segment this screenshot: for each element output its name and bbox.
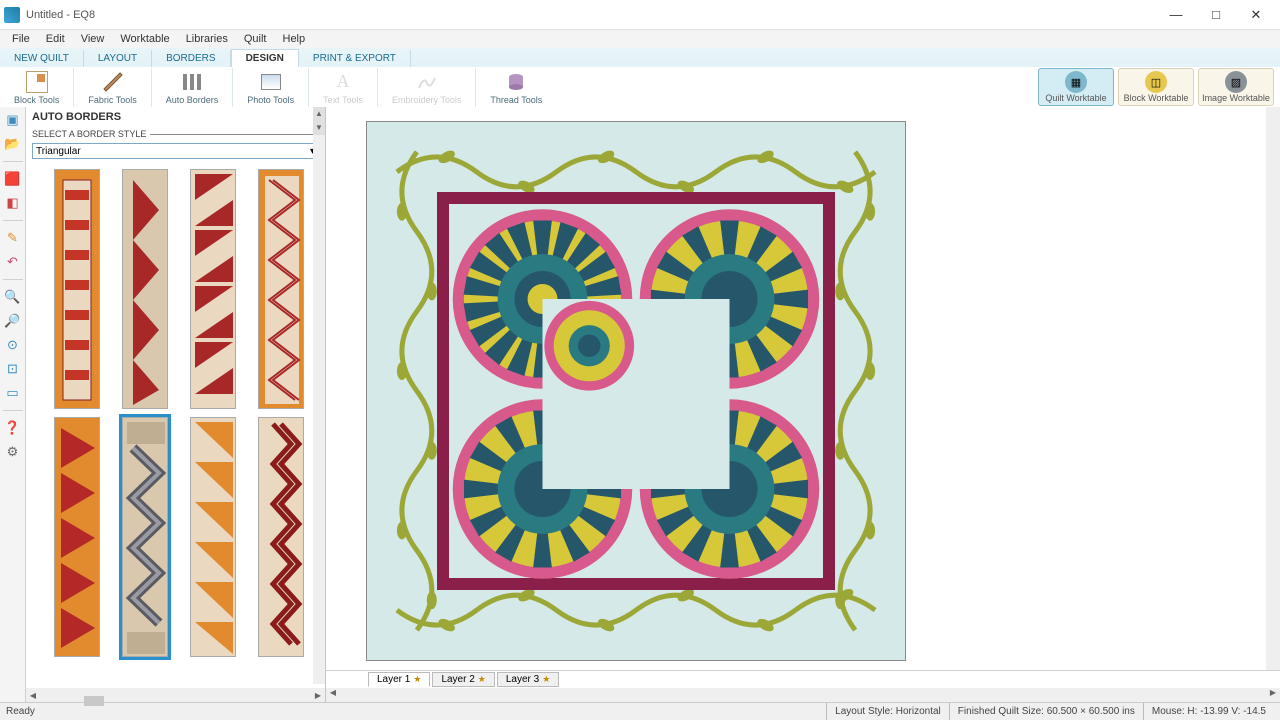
border-thumb-1[interactable] [54,169,100,409]
quilt-block-1 [449,204,636,394]
star-icon: ★ [542,674,550,685]
embroidery-icon [415,70,439,94]
panel-title: AUTO BORDERS [26,107,325,127]
fabric-icon [101,70,125,94]
image-mode-icon: ▨ [1225,71,1247,93]
app-icon [4,7,20,23]
auto-borders-panel: AUTO BORDERS SELECT A BORDER STYLE Trian… [26,107,326,702]
border-thumb-8[interactable] [258,417,304,657]
star-icon: ★ [413,674,421,685]
tool-photo[interactable]: Photo Tools [233,68,309,107]
canvas-area: Layer 1★ Layer 2★ Layer 3★ ◀ ▶ [326,107,1280,702]
photo-icon [259,70,283,94]
menu-view[interactable]: View [73,32,113,46]
ribbon: NEW QUILT LAYOUT BORDERS DESIGN PRINT & … [0,48,1280,107]
mode-image-worktable[interactable]: ▨ Image Worktable [1198,68,1274,106]
undo-icon[interactable]: ↶ [4,253,22,271]
gear-icon[interactable]: ⚙ [4,443,22,461]
layer-tab-2[interactable]: Layer 2★ [432,672,494,687]
palette-icon[interactable]: 🟥 [4,170,22,188]
star-icon: ★ [478,674,486,685]
status-size: Finished Quilt Size: 60.500 × 60.500 ins [949,703,1143,720]
tab-new-quilt[interactable]: NEW QUILT [0,50,84,67]
border-thumb-6[interactable] [122,417,168,657]
menu-help[interactable]: Help [275,32,314,46]
canvas-vertical-scrollbar[interactable] [1266,107,1280,670]
block-icon [25,70,49,94]
panel-vertical-scrollbar[interactable]: ▲ ▼ [313,107,325,684]
quilt-block-4 [636,394,823,584]
status-ready: Ready [6,706,826,717]
zoom-fit-icon[interactable]: ⊙ [4,336,22,354]
zoom-sel-icon[interactable]: ⊡ [4,360,22,378]
text-icon: A [331,70,355,94]
status-mouse: Mouse: H: -13.99 V: -14.5 [1143,703,1274,720]
pencil-icon[interactable]: ✎ [4,229,22,247]
tool-thread[interactable]: Thread Tools [476,68,556,107]
mode-block-worktable[interactable]: ◫ Block Worktable [1118,68,1194,106]
maximize-button[interactable]: □ [1196,1,1236,29]
help-icon[interactable]: ❓ [4,419,22,437]
thread-icon [504,70,528,94]
border-thumbnail-grid [26,165,325,688]
tool-auto-borders[interactable]: Auto Borders [152,68,234,107]
border-thumb-4[interactable] [258,169,304,409]
border-thumb-2[interactable] [122,169,168,409]
tool-block[interactable]: Block Tools [0,68,74,107]
quilt-block-3 [449,394,636,584]
quilt-canvas[interactable] [326,107,1280,670]
window-title: Untitled - EQ8 [26,9,1156,21]
border-thumb-7[interactable] [190,417,236,657]
tab-design[interactable]: DESIGN [231,49,299,67]
minimize-button[interactable]: — [1156,1,1196,29]
cursor-icon[interactable]: ▣ [4,111,22,129]
menu-libraries[interactable]: Libraries [178,32,236,46]
tab-print-export[interactable]: PRINT & EXPORT [299,50,411,67]
quilt-inner-frame [437,192,835,590]
panel-horizontal-scrollbar[interactable]: ◀▶ [26,688,325,702]
grid-icon: ▦ [1065,71,1087,93]
close-button[interactable]: ✕ [1236,1,1276,29]
quilt-block-2 [636,204,823,394]
left-toolbar: ▣ 📂 🟥 ◧ ✎ ↶ 🔍 🔎 ⊙ ⊡ ▭ ❓ ⚙ [0,107,26,702]
menu-file[interactable]: File [4,32,38,46]
tab-borders[interactable]: BORDERS [152,50,230,67]
status-layout: Layout Style: Horizontal [826,703,949,720]
tool-embroidery[interactable]: Embroidery Tools [378,68,476,107]
panel-subtitle: SELECT A BORDER STYLE [26,127,325,141]
menu-edit[interactable]: Edit [38,32,73,46]
layer-tab-3[interactable]: Layer 3★ [497,672,559,687]
window-controls: — □ ✕ [1156,1,1276,29]
menu-quilt[interactable]: Quilt [236,32,275,46]
statusbar: Ready Layout Style: Horizontal Finished … [0,702,1280,720]
mode-quilt-worktable[interactable]: ▦ Quilt Worktable [1038,68,1114,106]
ribbon-tab-row: NEW QUILT LAYOUT BORDERS DESIGN PRINT & … [0,48,1280,67]
workspace: ▣ 📂 🟥 ◧ ✎ ↶ 🔍 🔎 ⊙ ⊡ ▭ ❓ ⚙ AUTO BORDERS S… [0,107,1280,702]
block-mode-icon: ◫ [1145,71,1167,93]
tool-fabric[interactable]: Fabric Tools [74,68,151,107]
zoom-in-icon[interactable]: 🔍 [4,288,22,306]
auto-borders-icon [180,70,204,94]
tab-layout[interactable]: LAYOUT [84,50,152,67]
quilt-preview [366,121,906,661]
border-thumb-3[interactable] [190,169,236,409]
canvas-horizontal-scrollbar[interactable]: ◀ ▶ [326,688,1280,702]
border-style-select[interactable]: Triangular ▾ [32,143,319,159]
menubar: File Edit View Worktable Libraries Quilt… [0,30,1280,48]
ruler-icon[interactable]: ▭ [4,384,22,402]
layer-tabs: Layer 1★ Layer 2★ Layer 3★ [326,670,1280,688]
open-icon[interactable]: 📂 [4,135,22,153]
tool-text[interactable]: A Text Tools [309,68,378,107]
menu-worktable[interactable]: Worktable [112,32,177,46]
titlebar: Untitled - EQ8 — □ ✕ [0,0,1280,30]
worktable-modes: ▦ Quilt Worktable ◫ Block Worktable ▨ Im… [1038,67,1274,107]
layer-tab-1[interactable]: Layer 1★ [368,672,430,687]
border-thumb-5[interactable] [54,417,100,657]
zoom-out-icon[interactable]: 🔎 [4,312,22,330]
swatch-icon[interactable]: ◧ [4,194,22,212]
